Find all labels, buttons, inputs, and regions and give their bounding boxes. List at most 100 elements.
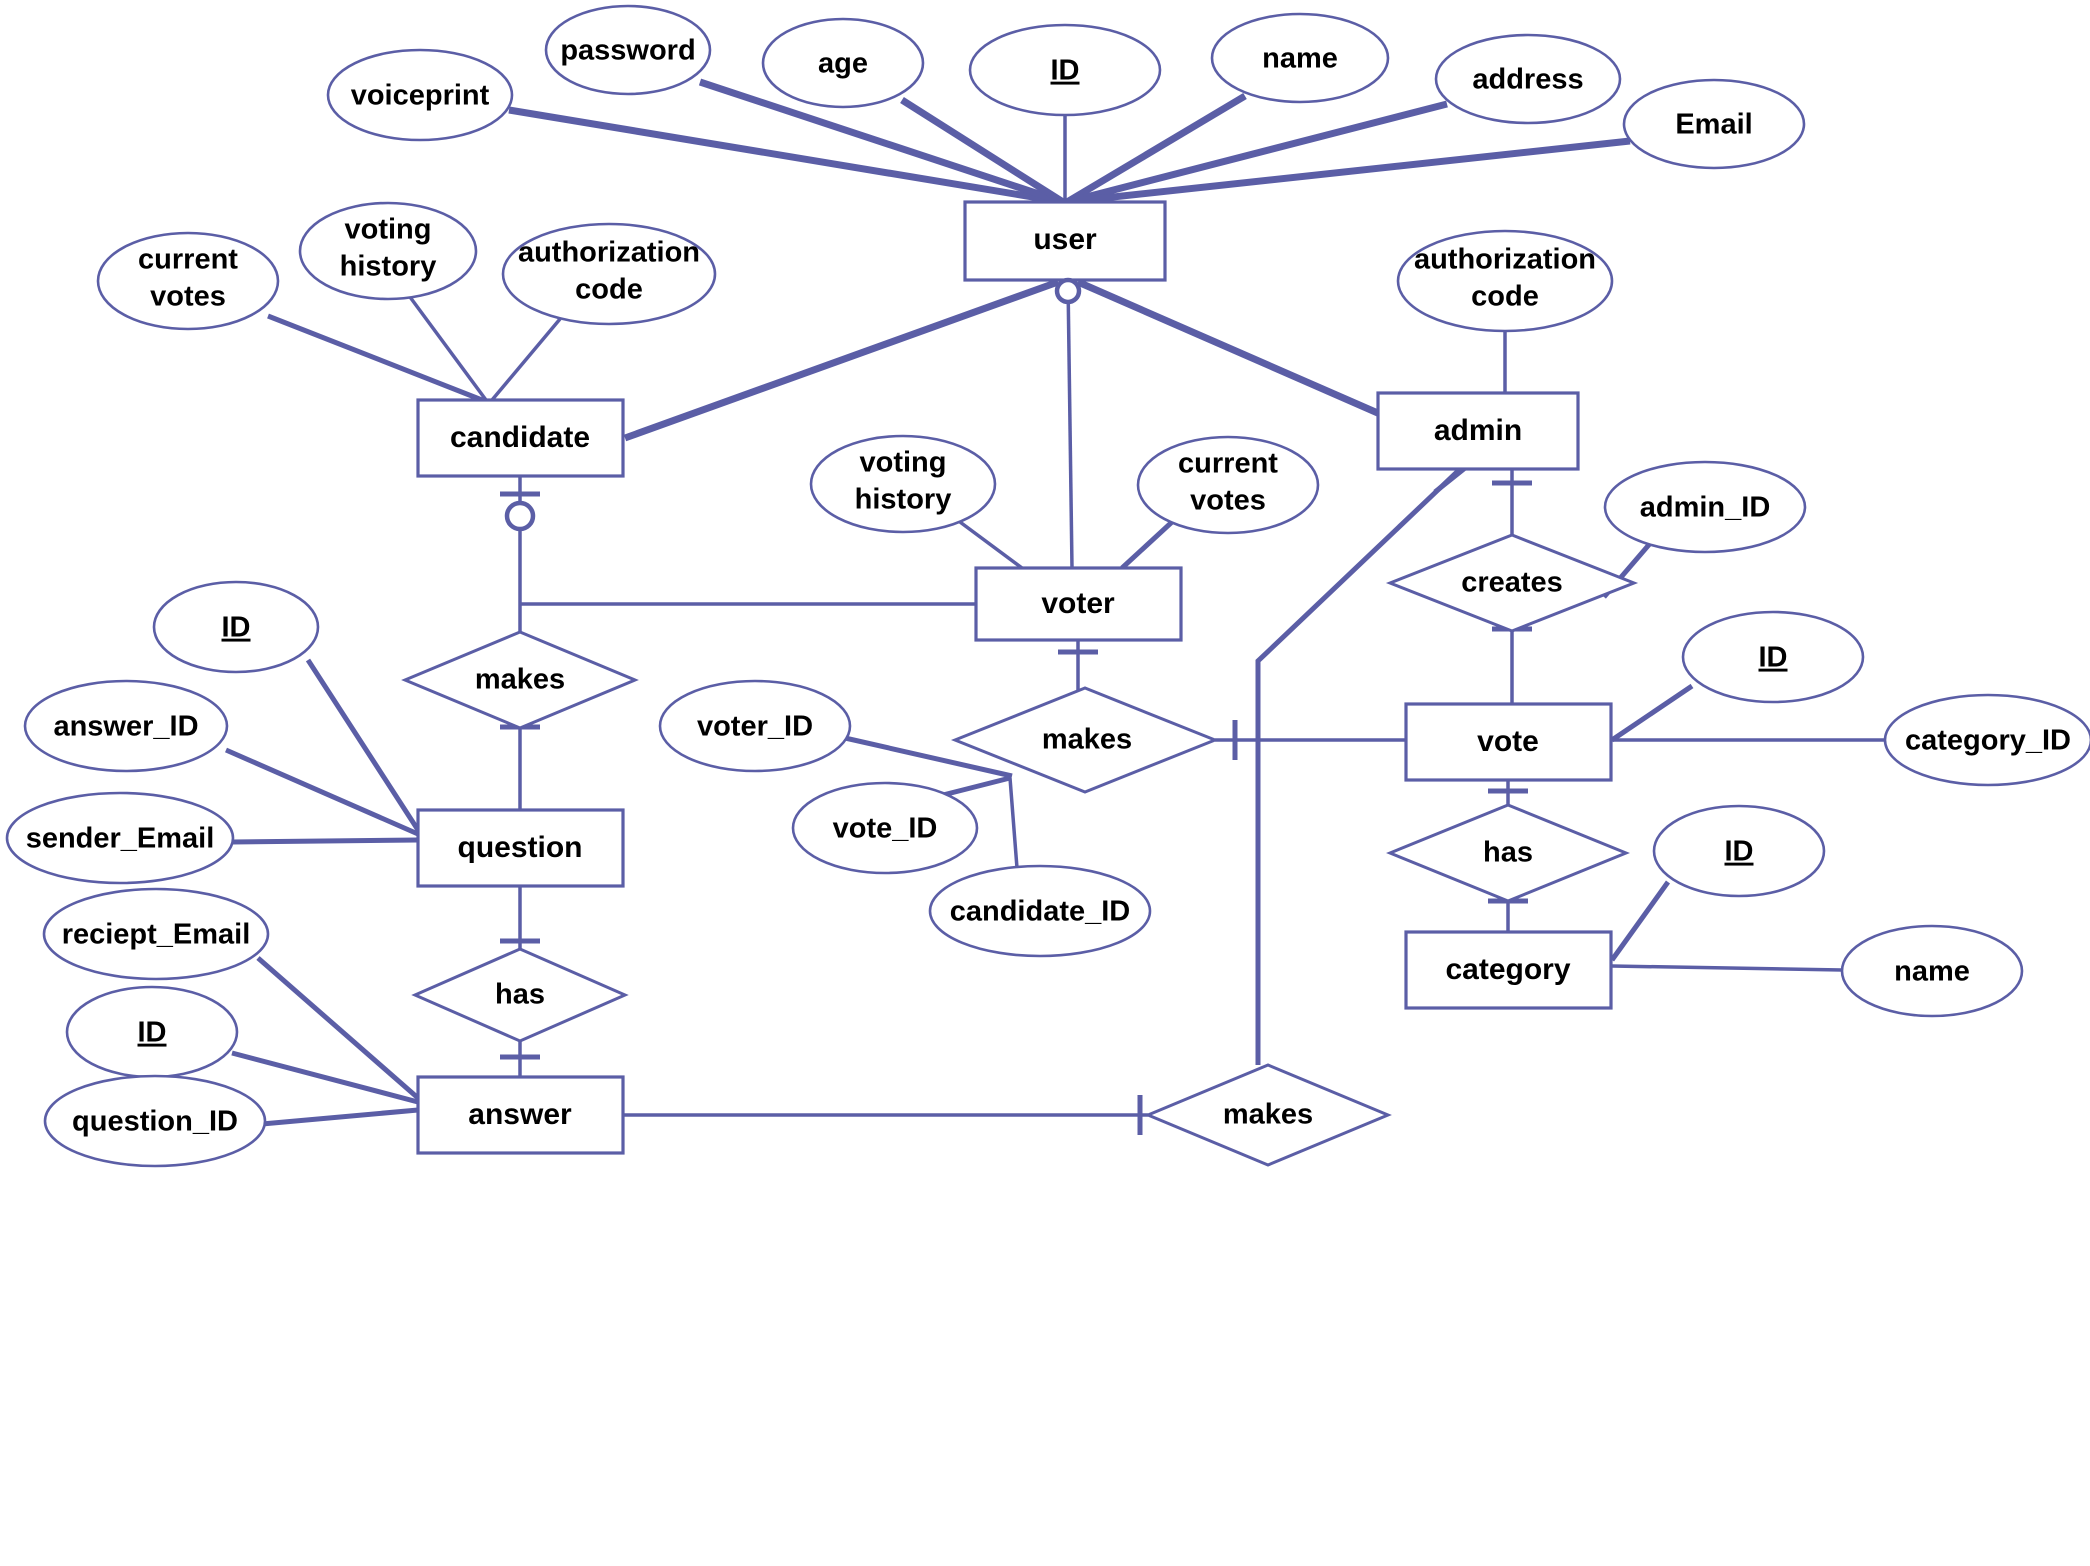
entity-question[interactable]: question — [416, 808, 625, 888]
attribute-label-line2: code — [1471, 281, 1539, 313]
entity-vote[interactable]: vote — [1404, 702, 1613, 782]
relationship-label: has — [1483, 837, 1533, 869]
attribute-label: candidate_ID — [950, 896, 1131, 928]
attribute-label: name — [1262, 43, 1338, 75]
edge-voiceprint-user — [508, 106, 1064, 206]
attribute-label: current — [1178, 448, 1278, 480]
marker-optional-candidate — [504, 500, 536, 532]
attribute-label: sender_Email — [26, 823, 215, 855]
attribute-candidate-authorization-code[interactable]: authorization code — [501, 222, 717, 326]
marker-cross-admin-answer — [1433, 466, 1467, 494]
attribute-category-name[interactable]: name — [1840, 924, 2024, 1018]
attribute-label: reciept_Email — [62, 919, 251, 951]
attribute-question-id[interactable]: ID — [152, 580, 320, 674]
attribute-voter-voting-history[interactable]: voting history — [809, 434, 997, 534]
attribute-label: current — [138, 244, 238, 276]
relationship-label: creates — [1461, 567, 1563, 599]
attribute-label: answer_ID — [53, 711, 198, 743]
relationship-has-question-answer[interactable]: has — [411, 947, 629, 1043]
attribute-label: vote_ID — [833, 813, 938, 845]
relationship-label: makes — [475, 664, 565, 696]
attribute-question-sender-email[interactable]: sender_Email — [5, 791, 235, 885]
edge-user-voter — [1066, 281, 1074, 569]
edge-catname-category — [1611, 964, 1843, 972]
attribute-user-email[interactable]: Email — [1622, 78, 1806, 170]
attribute-answer-question-id[interactable]: question_ID — [43, 1074, 267, 1168]
edge-recieptemail-answer — [256, 956, 420, 1100]
attribute-candidate-voting-history[interactable]: voting history — [298, 201, 478, 301]
attribute-answer-reciept-email[interactable]: reciept_Email — [42, 887, 270, 981]
entity-label: admin — [1434, 414, 1522, 447]
attribute-label: age — [818, 48, 868, 80]
attribute-user-id[interactable]: ID — [968, 23, 1162, 117]
attribute-answer-id[interactable]: ID — [65, 985, 239, 1079]
edge-candvotes-candidate — [267, 313, 483, 403]
attribute-label: category_ID — [1905, 725, 2071, 757]
entity-label: answer — [468, 1098, 572, 1131]
attribute-question-answer-id[interactable]: answer_ID — [23, 679, 229, 773]
attribute-user-address[interactable]: address — [1434, 33, 1622, 125]
relationship-makes-admin-answer[interactable]: makes — [1144, 1063, 1392, 1167]
attribute-user-voiceprint[interactable]: voiceprint — [326, 48, 514, 142]
relationship-makes-candidate-question[interactable]: makes — [401, 630, 639, 730]
attribute-vote-id[interactable]: ID — [1681, 610, 1865, 704]
entity-candidate[interactable]: candidate — [416, 398, 625, 478]
edge-qid-question — [305, 658, 421, 832]
attribute-label-line2: history — [340, 251, 437, 283]
attribute-label: password — [560, 35, 695, 67]
attribute-label-primary-key: ID — [222, 612, 251, 644]
entity-voter[interactable]: voter — [974, 566, 1183, 642]
relationship-creates-admin-vote[interactable]: creates — [1385, 533, 1639, 633]
relationship-label: makes — [1042, 724, 1132, 756]
attribute-label: Email — [1675, 109, 1752, 141]
attribute-label-line2: votes — [1190, 485, 1266, 517]
attribute-label: voting — [345, 214, 432, 246]
attribute-label: voiceprint — [351, 80, 490, 112]
attribute-user-name[interactable]: name — [1210, 12, 1390, 104]
attribute-label: admin_ID — [1640, 492, 1771, 524]
edge-senderemail-question — [231, 837, 419, 845]
entity-label: vote — [1477, 725, 1539, 758]
attribute-user-password[interactable]: password — [544, 4, 712, 96]
attribute-candidate-current-votes[interactable]: current votes — [96, 231, 280, 331]
attribute-makes-voter-id[interactable]: voter_ID — [658, 679, 852, 773]
entity-label: candidate — [450, 421, 590, 454]
attribute-label: question_ID — [72, 1106, 238, 1138]
attribute-label: voting — [860, 447, 947, 479]
attribute-label-line2: votes — [150, 281, 226, 313]
attribute-vote-category-id[interactable]: category_ID — [1883, 693, 2090, 787]
entity-admin[interactable]: admin — [1376, 391, 1580, 471]
relationship-label: has — [495, 979, 545, 1011]
isa-disjoint-marker — [1054, 277, 1082, 305]
edge-candidateid-makes — [1008, 777, 1019, 869]
attribute-admin-id[interactable]: admin_ID — [1603, 460, 1807, 554]
edge-voteid-makes — [942, 775, 1011, 798]
er-diagram-svg: user candidate voter admin question answ… — [5, 4, 2090, 1168]
attribute-admin-authorization-code[interactable]: authorization code — [1396, 229, 1614, 333]
relationship-label: makes — [1223, 1099, 1313, 1131]
attribute-label: name — [1894, 956, 1970, 988]
edge-voteidattr-vote — [1610, 683, 1694, 743]
edge-answerid2-answer — [231, 1050, 419, 1105]
attribute-label-primary-key: ID — [1051, 55, 1080, 87]
relationship-has-vote-category[interactable]: has — [1386, 803, 1630, 903]
relationship-makes-voter-vote[interactable]: makes — [950, 686, 1220, 794]
attribute-voter-current-votes[interactable]: current votes — [1136, 435, 1320, 535]
entity-label: question — [458, 831, 583, 864]
entity-label: user — [1033, 223, 1097, 256]
attribute-label: voter_ID — [697, 711, 813, 743]
attribute-makes-vote-id[interactable]: vote_ID — [791, 781, 979, 875]
edge-answerid-question — [224, 747, 420, 837]
edge-user-admin — [1076, 278, 1382, 418]
attribute-label-line2: code — [575, 274, 643, 306]
entity-answer[interactable]: answer — [416, 1075, 625, 1155]
attribute-makes-candidate-id[interactable]: candidate_ID — [928, 864, 1152, 958]
edge-votinghist-voter — [958, 520, 1024, 570]
attribute-label-line2: history — [855, 484, 952, 516]
edge-catid-category — [1609, 880, 1671, 962]
entity-user[interactable]: user — [963, 200, 1167, 282]
attribute-label-primary-key: ID — [138, 1017, 167, 1049]
attribute-category-id[interactable]: ID — [1652, 804, 1826, 898]
entity-category[interactable]: category — [1404, 930, 1613, 1010]
attribute-user-age[interactable]: age — [761, 17, 925, 109]
